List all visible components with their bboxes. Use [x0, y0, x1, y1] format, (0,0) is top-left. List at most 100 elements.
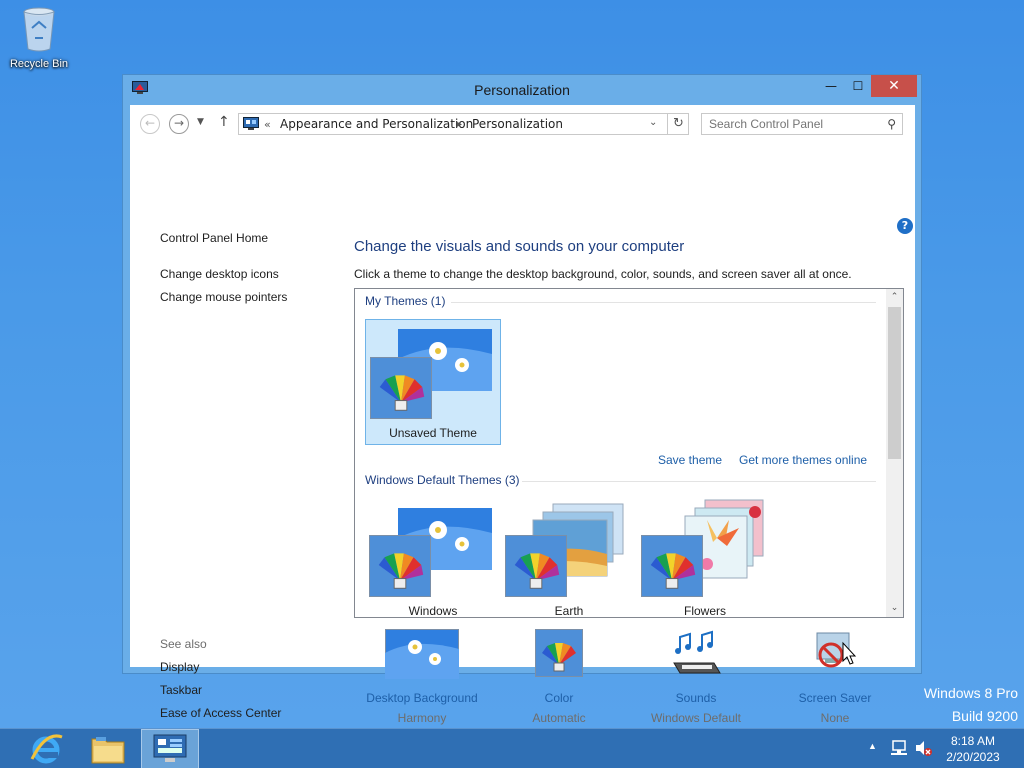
control-panel-icon: [153, 734, 187, 762]
recycle-bin-label: Recycle Bin: [9, 58, 69, 70]
link-change-desktop-icons[interactable]: Change desktop icons: [160, 267, 279, 281]
screen-saver-setting[interactable]: Screen Saver None: [765, 629, 905, 725]
arrow-right-icon: →: [173, 116, 185, 130]
theme-unsaved[interactable]: Unsaved Theme: [365, 319, 501, 445]
clock-date: 2/20/2023: [946, 750, 1000, 764]
chevron-down-icon: ⌄: [890, 603, 899, 613]
link-taskbar[interactable]: Taskbar: [160, 683, 202, 697]
sounds-value: Windows Default: [650, 711, 742, 725]
group-divider: [522, 481, 876, 482]
clock-time: 8:18 AM: [950, 734, 996, 748]
color-value: Automatic: [532, 711, 586, 725]
page-description: Click a theme to change the desktop back…: [354, 267, 852, 281]
search-icon[interactable]: ⚲: [887, 117, 896, 131]
chevron-up-icon: ▲: [868, 741, 877, 751]
help-button[interactable]: ?: [897, 218, 913, 234]
folder-icon: [91, 737, 125, 764]
chevron-down-icon: ⌄: [649, 117, 658, 128]
theme-flowers[interactable]: Flowers: [637, 498, 773, 618]
minimize-button[interactable]: —: [817, 75, 845, 97]
internet-explorer-icon: [30, 734, 63, 764]
windows-build-watermark: Build 9200: [951, 708, 1018, 724]
chevron-down-icon: ▼: [197, 117, 204, 127]
control-panel-icon: [243, 117, 259, 130]
window-client-area: ← → ▼ ↑ « Appearance and Personalization…: [130, 105, 915, 725]
up-button[interactable]: ↑: [218, 114, 230, 130]
maximize-button[interactable]: ☐: [845, 75, 871, 97]
window-title: Personalization: [474, 82, 570, 98]
windows-edition-watermark: Windows 8 Pro: [923, 685, 1018, 701]
volume-muted-icon: [916, 741, 932, 756]
screen-saver-icon: [816, 632, 857, 668]
desktop-background-setting[interactable]: Desktop Background Harmony: [352, 629, 492, 725]
search-box: ⚲: [701, 113, 903, 135]
breadcrumb-personalization[interactable]: Personalization: [472, 117, 563, 131]
sounds-icon: [673, 630, 721, 674]
refresh-button[interactable]: ↻: [667, 114, 689, 134]
recycle-bin-desktop-icon[interactable]: Recycle Bin: [6, 6, 72, 70]
system-clock[interactable]: 8:18 AM 2/20/2023: [938, 733, 1008, 765]
recycle-bin-icon: [23, 7, 55, 52]
page-title: Change the visuals and sounds on your co…: [354, 238, 685, 255]
desktop-background-icon: [385, 629, 459, 679]
help-icon: ?: [901, 219, 909, 232]
taskbar-file-explorer[interactable]: [78, 729, 136, 768]
screen-saver-value: None: [820, 711, 850, 725]
theme-list: My Themes (1) Unsaved Theme Save theme G…: [354, 288, 904, 618]
theme-earth[interactable]: Earth: [501, 498, 637, 618]
taskbar-internet-explorer[interactable]: [16, 729, 74, 768]
sounds-label[interactable]: Sounds: [626, 691, 766, 705]
forward-button[interactable]: →: [169, 114, 189, 134]
theme-label: Windows: [408, 604, 458, 618]
theme-label: Earth: [554, 604, 584, 618]
refresh-icon: ↻: [673, 116, 684, 131]
volume-tray-icon[interactable]: [914, 739, 932, 768]
desktop-background-value: Harmony: [397, 711, 447, 725]
link-change-mouse-pointers[interactable]: Change mouse pointers: [160, 290, 287, 304]
color-label[interactable]: Color: [489, 691, 629, 705]
taskbar: ▲ 8:18 AM 2/20/2023: [0, 728, 1024, 768]
scroll-down-button[interactable]: ⌄: [886, 600, 903, 617]
personalization-window: Personalization — ☐ ✕ ← → ▼ ↑ « Appearan…: [122, 74, 922, 725]
show-hidden-icons-button[interactable]: ▲: [868, 741, 877, 768]
get-more-themes-link[interactable]: Get more themes online: [739, 453, 867, 467]
color-icon: [535, 629, 583, 677]
network-icon: [891, 740, 907, 755]
screen-saver-label[interactable]: Screen Saver: [765, 691, 905, 705]
breadcrumb-appearance-personalization[interactable]: Appearance and Personalization: [280, 117, 473, 131]
breadcrumb-separator[interactable]: ▸: [457, 119, 462, 130]
scroll-up-button[interactable]: ⌃: [886, 289, 903, 306]
save-theme-link[interactable]: Save theme: [658, 453, 722, 467]
see-also-label: See also: [160, 637, 207, 651]
color-fan-thumbnail: [369, 535, 431, 597]
sounds-setting[interactable]: Sounds Windows Default: [626, 629, 766, 725]
scrollbar-thumb[interactable]: [888, 307, 901, 459]
address-bar[interactable]: « Appearance and Personalization ▸ Perso…: [238, 113, 689, 135]
arrow-up-icon: ↑: [218, 114, 230, 130]
color-setting[interactable]: Color Automatic: [489, 629, 629, 725]
my-themes-header[interactable]: My Themes (1): [365, 294, 445, 308]
address-overflow-chevron[interactable]: «: [264, 118, 271, 131]
theme-label: Flowers: [683, 604, 726, 618]
arrow-left-icon: ←: [144, 116, 156, 130]
desktop-background-label[interactable]: Desktop Background: [352, 691, 492, 705]
link-ease-of-access-center[interactable]: Ease of Access Center: [160, 706, 281, 720]
taskbar-control-panel[interactable]: [141, 729, 199, 768]
theme-label: Unsaved Theme: [389, 426, 477, 440]
color-fan-thumbnail: [370, 357, 432, 419]
back-button[interactable]: ←: [140, 114, 160, 134]
recent-locations-button[interactable]: ▼: [197, 117, 204, 127]
link-control-panel-home[interactable]: Control Panel Home: [160, 231, 268, 245]
theme-list-scrollbar[interactable]: ⌃ ⌄: [886, 289, 903, 617]
theme-windows[interactable]: Windows: [365, 498, 501, 618]
link-display[interactable]: Display: [160, 660, 199, 674]
title-bar[interactable]: Personalization — ☐ ✕: [123, 75, 921, 105]
search-input[interactable]: [702, 114, 872, 134]
color-fan-thumbnail: [505, 535, 567, 597]
address-dropdown-button[interactable]: ⌄: [649, 117, 657, 128]
chevron-up-icon: ⌃: [890, 292, 899, 302]
close-button[interactable]: ✕: [871, 75, 917, 97]
network-tray-icon[interactable]: [890, 739, 908, 768]
color-fan-thumbnail: [641, 535, 703, 597]
default-themes-header[interactable]: Windows Default Themes (3): [365, 473, 520, 487]
